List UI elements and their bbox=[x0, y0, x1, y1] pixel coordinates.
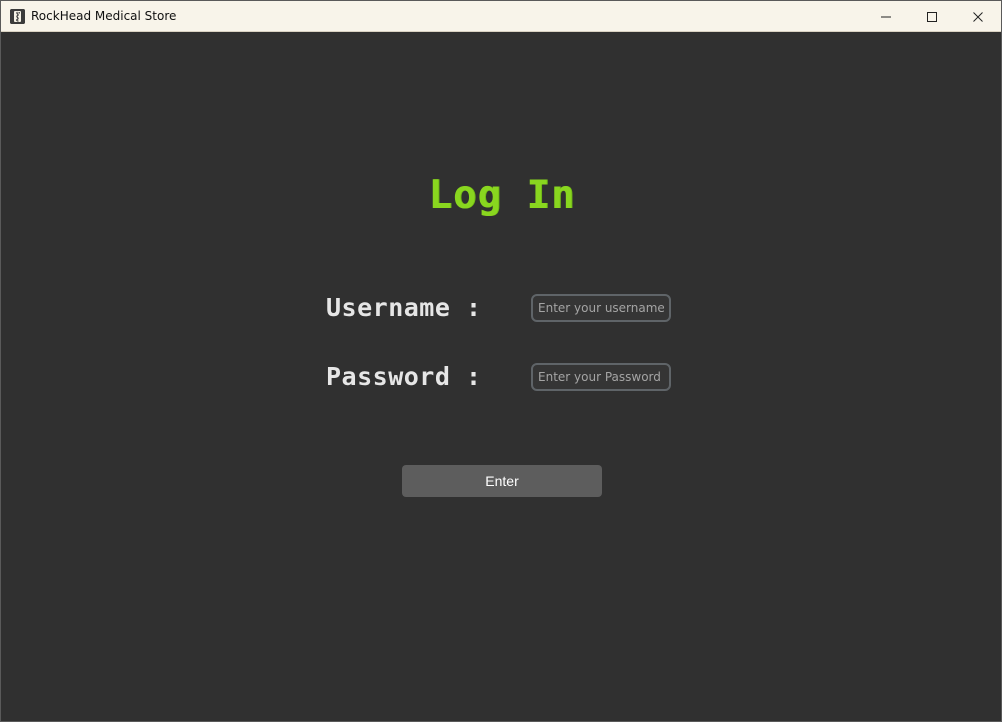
maximize-button[interactable] bbox=[909, 1, 955, 32]
medical-store-icon-svg bbox=[10, 9, 25, 24]
password-label: Password : bbox=[326, 362, 482, 391]
login-heading: Log In bbox=[428, 173, 576, 219]
minimize-button[interactable] bbox=[863, 1, 909, 32]
app-window: RockHead Medical Store Log In Username:… bbox=[0, 0, 1002, 722]
medical-store-app-icon bbox=[10, 9, 25, 24]
title-bar[interactable]: RockHead Medical Store bbox=[1, 1, 1001, 32]
password-input[interactable] bbox=[531, 363, 671, 391]
close-icon bbox=[973, 11, 983, 22]
close-button[interactable] bbox=[955, 1, 1001, 32]
enter-button[interactable]: Enter bbox=[402, 465, 602, 497]
username-input[interactable] bbox=[531, 294, 671, 322]
window-title: RockHead Medical Store bbox=[31, 9, 177, 23]
window-controls bbox=[863, 1, 1001, 32]
login-content: Log In Username : Password : Enter bbox=[1, 32, 1001, 721]
minimize-icon bbox=[881, 16, 891, 17]
username-label: Username : bbox=[326, 293, 482, 322]
maximize-icon bbox=[927, 11, 937, 22]
